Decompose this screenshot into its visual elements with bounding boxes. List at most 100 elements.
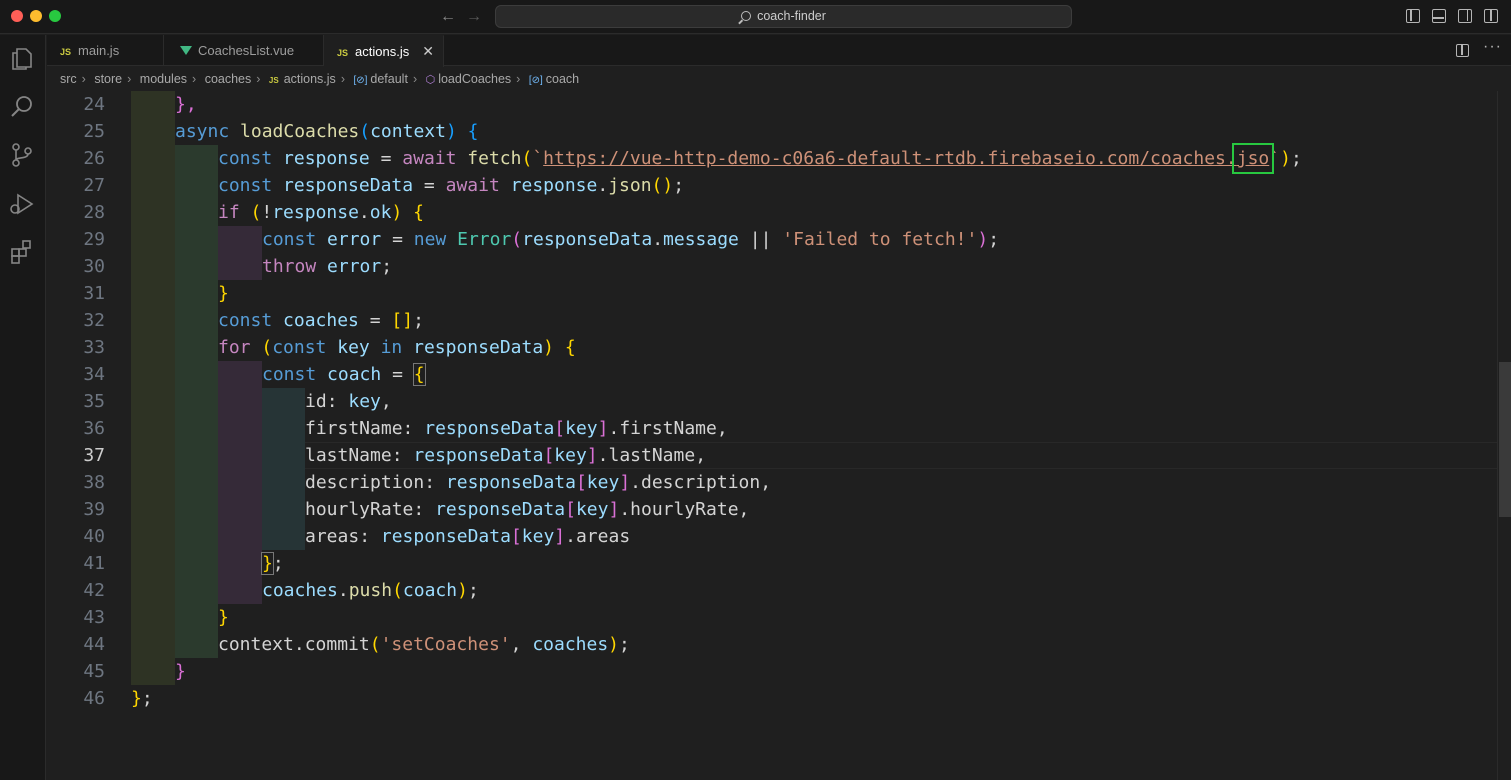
source-control-icon[interactable]	[8, 141, 36, 169]
breadcrumb: src › store › modules › coaches › JS actions.…	[47, 67, 1511, 91]
line-code: lastName: responseData[key].lastName,	[305, 445, 707, 466]
line-number: 40	[83, 526, 105, 547]
code-line: 26 const response = await fetch(`https:/…	[47, 143, 1497, 174]
line-code: async loadCoaches(context) {	[175, 121, 479, 142]
search-icon[interactable]	[8, 93, 36, 121]
code-line: 44 context.commit('setCoaches', coaches)…	[47, 631, 1497, 658]
line-code: hourlyRate: responseData[key].hourlyRate…	[305, 499, 750, 520]
command-center-search[interactable]: coach-finder	[495, 5, 1072, 28]
code-line: 46 };	[47, 685, 1497, 712]
line-number: 42	[83, 580, 105, 601]
tab-actions-js[interactable]: JS actions.js ✕	[324, 35, 444, 67]
close-window-button[interactable]	[11, 10, 23, 22]
breadcrumb-item[interactable]: actions.js	[284, 72, 336, 86]
tab-coacheslist-vue[interactable]: CoachesList.vue	[164, 35, 324, 66]
line-code: }	[218, 607, 229, 628]
line-number: 28	[83, 202, 105, 223]
tab-label: CoachesList.vue	[198, 43, 295, 58]
breadcrumb-item[interactable]: modules	[140, 72, 187, 86]
code-line: 38 description: responseData[key].descri…	[47, 469, 1497, 496]
code-line: 24 },	[47, 91, 1497, 118]
vertical-scrollbar-thumb[interactable]	[1499, 362, 1511, 517]
customize-layout-icon[interactable]	[1484, 9, 1498, 23]
chevron-right-icon: ›	[340, 72, 345, 86]
run-debug-icon[interactable]	[8, 190, 36, 218]
line-number: 29	[83, 229, 105, 250]
code-line: 33 for (const key in responseData) {	[47, 334, 1497, 361]
line-number: 43	[83, 607, 105, 628]
breadcrumb-item[interactable]: coach	[546, 72, 579, 86]
code-line: 27 const responseData = await response.j…	[47, 172, 1497, 199]
code-editor[interactable]: 24 }, 25 async loadCoaches(context) { 26…	[47, 91, 1497, 780]
line-code: const error = new Error(responseData.mes…	[262, 229, 1000, 250]
maximize-window-button[interactable]	[49, 10, 61, 22]
js-icon: JS	[337, 48, 349, 58]
chevron-right-icon: ›	[412, 72, 418, 86]
activity-bar	[0, 35, 46, 780]
line-number: 38	[83, 472, 105, 493]
chevron-right-icon: ›	[256, 72, 261, 86]
line-code: if (!response.ok) {	[218, 202, 424, 223]
title-bar: ← → coach-finder	[0, 0, 1511, 34]
code-line: 28 if (!response.ok) {	[47, 199, 1497, 226]
js-icon: JS	[268, 76, 279, 85]
breadcrumb-item[interactable]: coaches	[205, 72, 252, 86]
code-line: 35 id: key,	[47, 388, 1497, 415]
code-line: 30 throw error;	[47, 253, 1497, 280]
line-code: },	[175, 94, 197, 115]
code-line: 29 const error = new Error(responseData.…	[47, 226, 1497, 253]
line-number: 24	[83, 94, 105, 115]
toggle-primary-sidebar-icon[interactable]	[1406, 9, 1420, 23]
split-editor-icon[interactable]	[1456, 44, 1469, 57]
line-code: const responseData = await response.json…	[218, 175, 685, 196]
files-icon[interactable]	[8, 45, 36, 73]
extensions-icon[interactable]	[8, 237, 36, 265]
line-code: context.commit('setCoaches', coaches);	[218, 634, 630, 655]
js-icon: JS	[60, 47, 72, 57]
forward-arrow-icon[interactable]: →	[464, 7, 484, 27]
line-number: 26	[83, 148, 105, 169]
code-line: 39 hourlyRate: responseData[key].hourlyR…	[47, 496, 1497, 523]
breadcrumb-item[interactable]: store	[94, 72, 122, 86]
tab-label: main.js	[78, 43, 120, 58]
back-arrow-icon[interactable]: ←	[438, 7, 458, 27]
breadcrumb-item[interactable]: loadCoaches	[438, 72, 511, 86]
line-number: 35	[83, 391, 105, 412]
code-line: 36 firstName: responseData[key].firstNam…	[47, 415, 1497, 442]
code-line: 43 }	[47, 604, 1497, 631]
line-code: }	[218, 283, 229, 304]
line-number: 34	[83, 364, 105, 385]
line-code: };	[261, 552, 284, 575]
highlighted-text-box: jso	[1231, 143, 1275, 174]
toggle-panel-icon[interactable]	[1432, 9, 1446, 23]
vue-icon	[180, 46, 192, 55]
close-tab-icon[interactable]: ✕	[422, 36, 434, 67]
minimize-window-button[interactable]	[30, 10, 42, 22]
breadcrumb-item[interactable]: src	[60, 72, 77, 86]
line-code: description: responseData[key].descripti…	[305, 472, 772, 493]
code-line: 31 }	[47, 280, 1497, 307]
line-code: };	[131, 688, 153, 709]
code-line: 40 areas: responseData[key].areas	[47, 523, 1497, 550]
line-number: 46	[83, 688, 105, 709]
line-number: 32	[83, 310, 105, 331]
line-code: throw error;	[262, 256, 393, 277]
line-number: 31	[83, 283, 105, 304]
toggle-secondary-sidebar-icon[interactable]	[1458, 9, 1472, 23]
chevron-right-icon: ›	[127, 72, 132, 86]
line-number: 44	[83, 634, 105, 655]
line-code: firstName: responseData[key].firstName,	[305, 418, 728, 439]
variable-symbol-icon: [⊘]	[353, 75, 368, 86]
breadcrumb-item[interactable]: default	[370, 72, 408, 86]
more-actions-icon[interactable]: ···	[1483, 38, 1502, 56]
line-code: const response = await fetch(`https://vu…	[218, 143, 1302, 174]
line-code: coaches.push(coach);	[262, 580, 479, 601]
line-code: for (const key in responseData) {	[218, 337, 576, 358]
method-symbol-icon: ⬡	[425, 74, 436, 86]
line-code: id: key,	[305, 391, 392, 412]
tab-main-js[interactable]: JS main.js	[47, 35, 164, 66]
line-code: }	[175, 661, 186, 682]
chevron-right-icon: ›	[516, 72, 521, 86]
code-line: 45 }	[47, 658, 1497, 685]
line-code: const coaches = [];	[218, 310, 424, 331]
